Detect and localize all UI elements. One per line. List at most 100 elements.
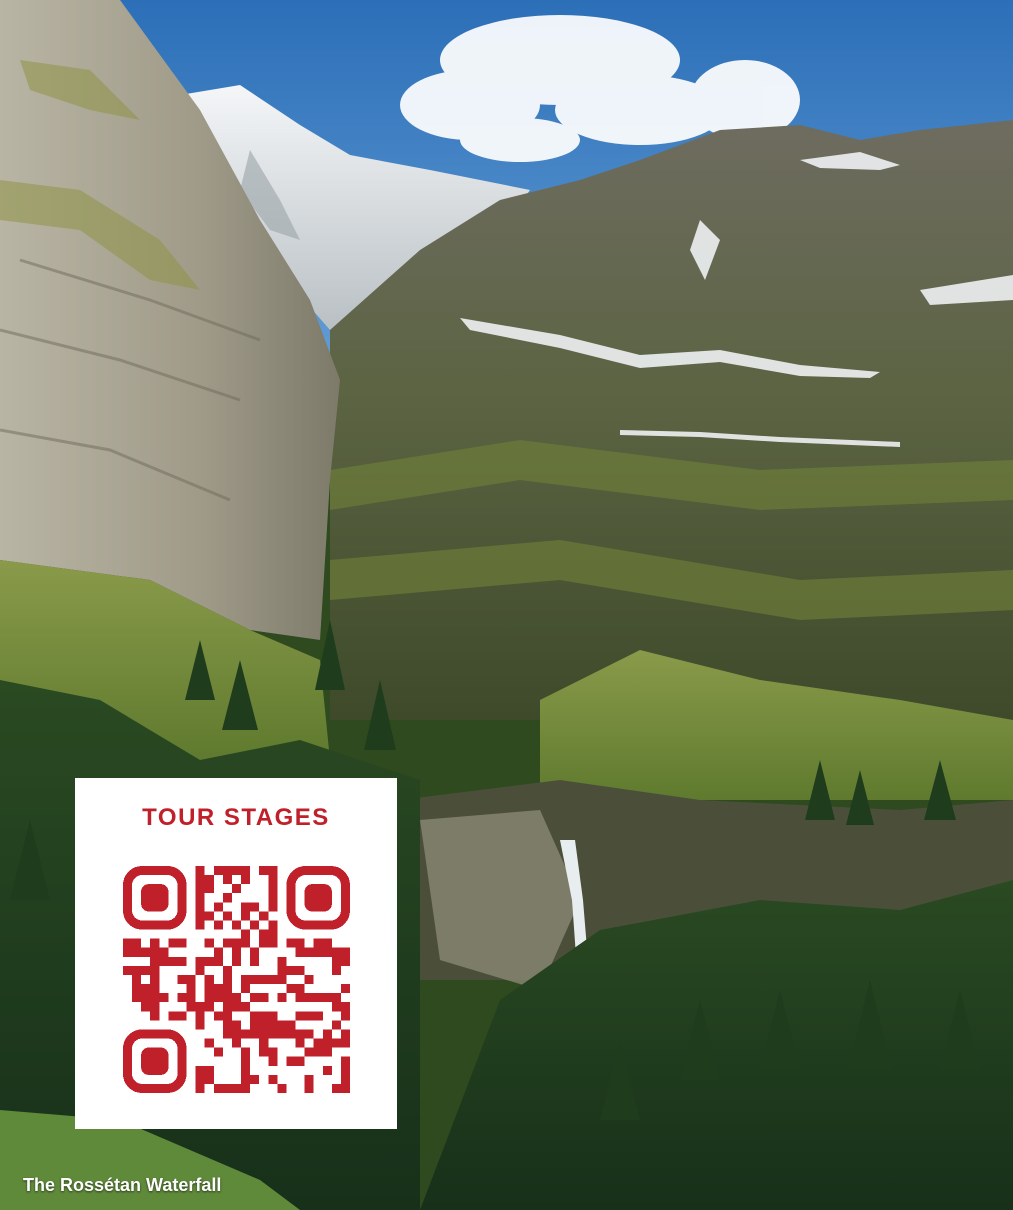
qr-module xyxy=(168,956,178,966)
qr-module xyxy=(259,929,269,939)
qr-module xyxy=(222,993,232,1003)
qr-module xyxy=(259,911,269,921)
qr-module xyxy=(150,965,160,975)
qr-module xyxy=(331,1002,341,1012)
qr-module xyxy=(222,1011,232,1021)
qr-module xyxy=(231,947,242,957)
qr-module xyxy=(204,1002,214,1012)
qr-module xyxy=(304,1074,314,1084)
qr-module xyxy=(250,920,260,930)
qr-module xyxy=(304,1011,314,1021)
qr-module xyxy=(195,1074,205,1084)
qr-module xyxy=(231,866,242,876)
qr-module xyxy=(141,984,151,994)
qr-module xyxy=(213,956,223,966)
qr-module xyxy=(313,947,323,957)
qr-module xyxy=(222,875,232,885)
qr-module xyxy=(259,993,269,1003)
qr-module xyxy=(222,866,232,876)
qr-module xyxy=(204,875,214,885)
qr-finder-center xyxy=(141,884,169,912)
qr-module xyxy=(132,984,142,994)
qr-card: TOUR STAGES xyxy=(75,778,397,1129)
qr-module xyxy=(213,1047,223,1057)
qr-module xyxy=(277,956,287,966)
qr-module xyxy=(340,984,350,994)
qr-module xyxy=(241,1074,251,1084)
qr-module xyxy=(340,947,350,957)
qr-module xyxy=(231,956,242,966)
qr-module xyxy=(204,1038,214,1048)
qr-module xyxy=(177,993,187,1003)
qr-module xyxy=(195,893,205,903)
qr-module xyxy=(195,911,205,921)
qr-module xyxy=(340,1038,350,1048)
qr-module xyxy=(340,1074,350,1084)
qr-module xyxy=(250,947,260,957)
qr-module xyxy=(268,1011,278,1021)
qr-module xyxy=(141,993,151,1003)
qr-module xyxy=(295,1029,305,1039)
qr-module xyxy=(150,956,160,966)
qr-module xyxy=(231,884,242,894)
qr-module xyxy=(213,920,223,930)
qr-module xyxy=(241,1002,251,1012)
qr-module xyxy=(331,1083,341,1093)
qr-module xyxy=(304,1029,314,1039)
qr-module xyxy=(141,965,151,975)
qr-module xyxy=(213,984,223,994)
qr-module xyxy=(204,1074,214,1084)
qr-module xyxy=(168,938,178,948)
qr-module xyxy=(268,866,278,876)
qr-module xyxy=(222,911,232,921)
qr-module xyxy=(250,1074,260,1084)
qr-module xyxy=(313,1038,323,1048)
qr-module xyxy=(250,956,260,966)
qr-module xyxy=(268,902,278,912)
qr-module xyxy=(331,965,341,975)
qr-module xyxy=(213,993,223,1003)
qr-module xyxy=(123,938,133,948)
qr-module xyxy=(250,902,260,912)
qr-module xyxy=(259,1038,269,1048)
qr-module xyxy=(250,1029,260,1039)
qr-module xyxy=(231,920,242,930)
qr-module xyxy=(204,884,214,894)
qr-module xyxy=(150,993,160,1003)
qr-module xyxy=(195,920,205,930)
qr-module xyxy=(259,1011,269,1021)
qr-module xyxy=(241,1065,251,1075)
qr-card-title: TOUR STAGES xyxy=(142,804,330,831)
qr-module xyxy=(141,1002,151,1012)
qr-module xyxy=(222,938,232,948)
qr-module xyxy=(322,993,332,1003)
photo-caption: The Rossétan Waterfall xyxy=(23,1175,222,1195)
qr-module xyxy=(241,875,251,885)
qr-module xyxy=(250,1011,260,1021)
qr-module xyxy=(250,993,260,1003)
qr-module xyxy=(277,965,287,975)
qr-module xyxy=(268,875,278,885)
qr-module xyxy=(286,1029,296,1039)
qr-module xyxy=(304,1083,314,1093)
qr-module xyxy=(268,1020,278,1030)
qr-module xyxy=(322,1029,332,1039)
qr-code[interactable] xyxy=(123,866,350,1093)
qr-module xyxy=(241,974,251,985)
qr-module xyxy=(195,1083,205,1093)
qr-module xyxy=(150,974,160,985)
qr-module xyxy=(195,956,205,966)
qr-module xyxy=(141,947,151,957)
qr-module xyxy=(204,1065,214,1075)
qr-module xyxy=(150,1011,160,1021)
qr-module xyxy=(268,938,278,948)
qr-module xyxy=(250,974,260,985)
qr-module xyxy=(286,1020,296,1030)
qr-module xyxy=(295,984,305,994)
qr-module xyxy=(222,974,232,985)
qr-module xyxy=(304,1047,314,1057)
qr-module xyxy=(340,956,350,966)
qr-module xyxy=(150,984,160,994)
qr-module xyxy=(331,1020,341,1030)
qr-module xyxy=(204,911,214,921)
